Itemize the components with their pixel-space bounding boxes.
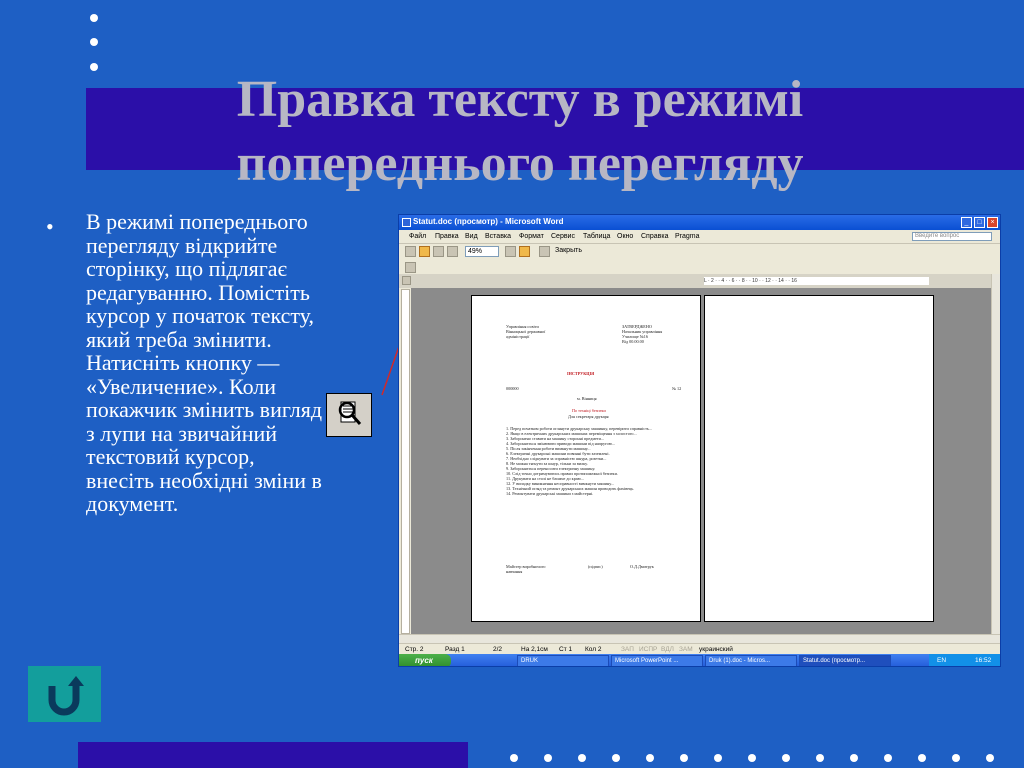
signature-left: Майстер виробничого навчання bbox=[506, 564, 546, 574]
clock: 16:52 bbox=[975, 657, 992, 664]
menu-view[interactable]: Вид bbox=[465, 233, 478, 240]
task-statut-doc[interactable]: Statut.doc (просмотр... bbox=[799, 655, 891, 666]
decor-dot bbox=[952, 754, 960, 762]
horizontal-ruler[interactable]: L · 2 · · 4 · · 6 · · 8 · · 10 · · 12 · … bbox=[704, 277, 929, 285]
decor-dot bbox=[90, 14, 98, 22]
vertical-scrollbar[interactable] bbox=[991, 274, 1000, 634]
menu-edit[interactable]: Правка bbox=[435, 233, 459, 240]
task-powerpoint[interactable]: Microsoft PowerPoint ... bbox=[611, 655, 703, 666]
slide-title: Правка тексту в режимі попереднього пере… bbox=[150, 68, 890, 196]
status-language: украинский bbox=[699, 646, 733, 653]
decor-dot bbox=[884, 754, 892, 762]
page-number-left: 000000 bbox=[506, 386, 519, 391]
start-button[interactable]: пуск bbox=[399, 654, 451, 666]
decor-dot bbox=[544, 754, 552, 762]
decor-dot bbox=[680, 754, 688, 762]
menu-window[interactable]: Окно bbox=[617, 233, 633, 240]
decor-dot bbox=[918, 754, 926, 762]
word-app-icon bbox=[402, 218, 411, 227]
decor-dot bbox=[986, 754, 994, 762]
help-search-input[interactable]: Введите вопрос bbox=[912, 232, 992, 241]
system-tray: EN 16:52 bbox=[929, 654, 1000, 666]
window-title: Statut.doc (просмотр) - Microsoft Word bbox=[413, 217, 564, 226]
print-icon[interactable] bbox=[405, 246, 416, 257]
page-subtitle-2: Для секретаря друкаря bbox=[568, 414, 609, 419]
return-button[interactable] bbox=[28, 666, 101, 722]
menu-table[interactable]: Таблица bbox=[583, 233, 610, 240]
status-section: Разд 1 bbox=[445, 646, 465, 653]
full-screen-icon[interactable] bbox=[539, 246, 550, 257]
menu-help[interactable]: Справка bbox=[641, 233, 668, 240]
decor-dot bbox=[90, 63, 98, 71]
status-page: Стр. 2 bbox=[405, 646, 424, 653]
decor-dot bbox=[816, 754, 824, 762]
bullet-marker: • bbox=[46, 214, 54, 239]
page-header-left: Управління освіти Вінницької державної а… bbox=[506, 324, 546, 339]
status-ext[interactable]: ВДЛ bbox=[661, 646, 674, 653]
page-2[interactable] bbox=[704, 295, 934, 622]
vertical-ruler[interactable] bbox=[401, 289, 410, 634]
page-heading: ІНСТРУКЦІЯ bbox=[567, 371, 595, 376]
title-bar[interactable]: Statut.doc (просмотр) - Microsoft Word _… bbox=[399, 215, 1000, 230]
close-preview-button[interactable]: Закрыть bbox=[555, 247, 582, 254]
status-column: Кол 2 bbox=[585, 646, 602, 653]
status-line: Ст 1 bbox=[559, 646, 573, 653]
menu-tools[interactable]: Сервис bbox=[551, 233, 575, 240]
title-line-1: Правка тексту в режимі bbox=[236, 71, 804, 128]
page-subtitle: По техніці безпеки bbox=[572, 408, 606, 413]
bottom-band bbox=[78, 742, 468, 768]
magnifier-button-image bbox=[326, 393, 372, 437]
menu-pragma[interactable]: Pragma bbox=[675, 233, 700, 240]
word-window: Statut.doc (просмотр) - Microsoft Word _… bbox=[398, 214, 1001, 667]
status-position: На 2,1см bbox=[521, 646, 548, 653]
menu-bar: Файл Правка Вид Вставка Формат Сервис Та… bbox=[399, 230, 1000, 244]
zoom-select[interactable]: 49% bbox=[465, 246, 499, 257]
language-indicator[interactable]: EN bbox=[937, 654, 946, 666]
taskbar: пуск DRUK Microsoft PowerPoint ... Druk … bbox=[399, 654, 1000, 666]
menu-format[interactable]: Формат bbox=[519, 233, 544, 240]
menu-file[interactable]: Файл bbox=[409, 233, 426, 240]
multiple-pages-icon[interactable] bbox=[447, 246, 458, 257]
decor-dot bbox=[646, 754, 654, 762]
preview-toolbar: 49% Закрыть bbox=[399, 244, 1000, 260]
page-items: 1. Перед початком роботи оглянути друкар… bbox=[506, 426, 652, 496]
body-text: В режимі попереднього перегляду відкрийт… bbox=[86, 209, 323, 516]
signature-mid: (підпис) bbox=[588, 564, 603, 569]
title-line-2: попереднього перегляду bbox=[236, 135, 804, 192]
status-trk[interactable]: ИСПР bbox=[639, 646, 657, 653]
decor-dot bbox=[782, 754, 790, 762]
decor-dot bbox=[748, 754, 756, 762]
view-ruler-icon[interactable] bbox=[505, 246, 516, 257]
page-number-right: № 12 bbox=[672, 386, 682, 391]
status-ovr[interactable]: ЗАМ bbox=[679, 646, 693, 653]
status-pages: 2/2 bbox=[493, 646, 503, 653]
decor-dot bbox=[510, 754, 518, 762]
decor-dot bbox=[578, 754, 586, 762]
magnifier-toolbar-icon[interactable] bbox=[419, 246, 430, 257]
decor-dot bbox=[90, 38, 98, 46]
document-area[interactable]: Управління освіти Вінницької державної а… bbox=[411, 288, 991, 634]
magnifier-icon bbox=[338, 401, 362, 425]
small-toolbar-icon[interactable] bbox=[405, 262, 416, 273]
shrink-to-fit-icon[interactable] bbox=[519, 246, 530, 257]
task-druk-doc[interactable]: Druk (1).doc - Micros... bbox=[705, 655, 797, 666]
one-page-icon[interactable] bbox=[433, 246, 444, 257]
maximize-button[interactable]: □ bbox=[974, 217, 985, 228]
decor-dot bbox=[612, 754, 620, 762]
decor-dot bbox=[714, 754, 722, 762]
return-arrow-icon bbox=[48, 676, 84, 716]
signature-right: О.Д.Дмитрук bbox=[630, 564, 654, 569]
tab-selector-icon[interactable] bbox=[402, 276, 411, 285]
close-button[interactable]: × bbox=[987, 217, 998, 228]
page-1[interactable]: Управління освіти Вінницької державної а… bbox=[471, 295, 701, 622]
decor-dot bbox=[850, 754, 858, 762]
task-druk[interactable]: DRUK bbox=[517, 655, 609, 666]
minimize-button[interactable]: _ bbox=[961, 217, 972, 228]
page-header-right: ЗАТВЕРДЖЕНО Начальник управління Училище… bbox=[622, 324, 663, 344]
menu-insert[interactable]: Вставка bbox=[485, 233, 511, 240]
ruler-row: L · 2 · · 4 · · 6 · · 8 · · 10 · · 12 · … bbox=[399, 274, 1000, 288]
secondary-toolbar bbox=[399, 260, 1000, 274]
page-city: м. Вінниця bbox=[577, 396, 597, 401]
status-rec[interactable]: ЗАП bbox=[621, 646, 634, 653]
